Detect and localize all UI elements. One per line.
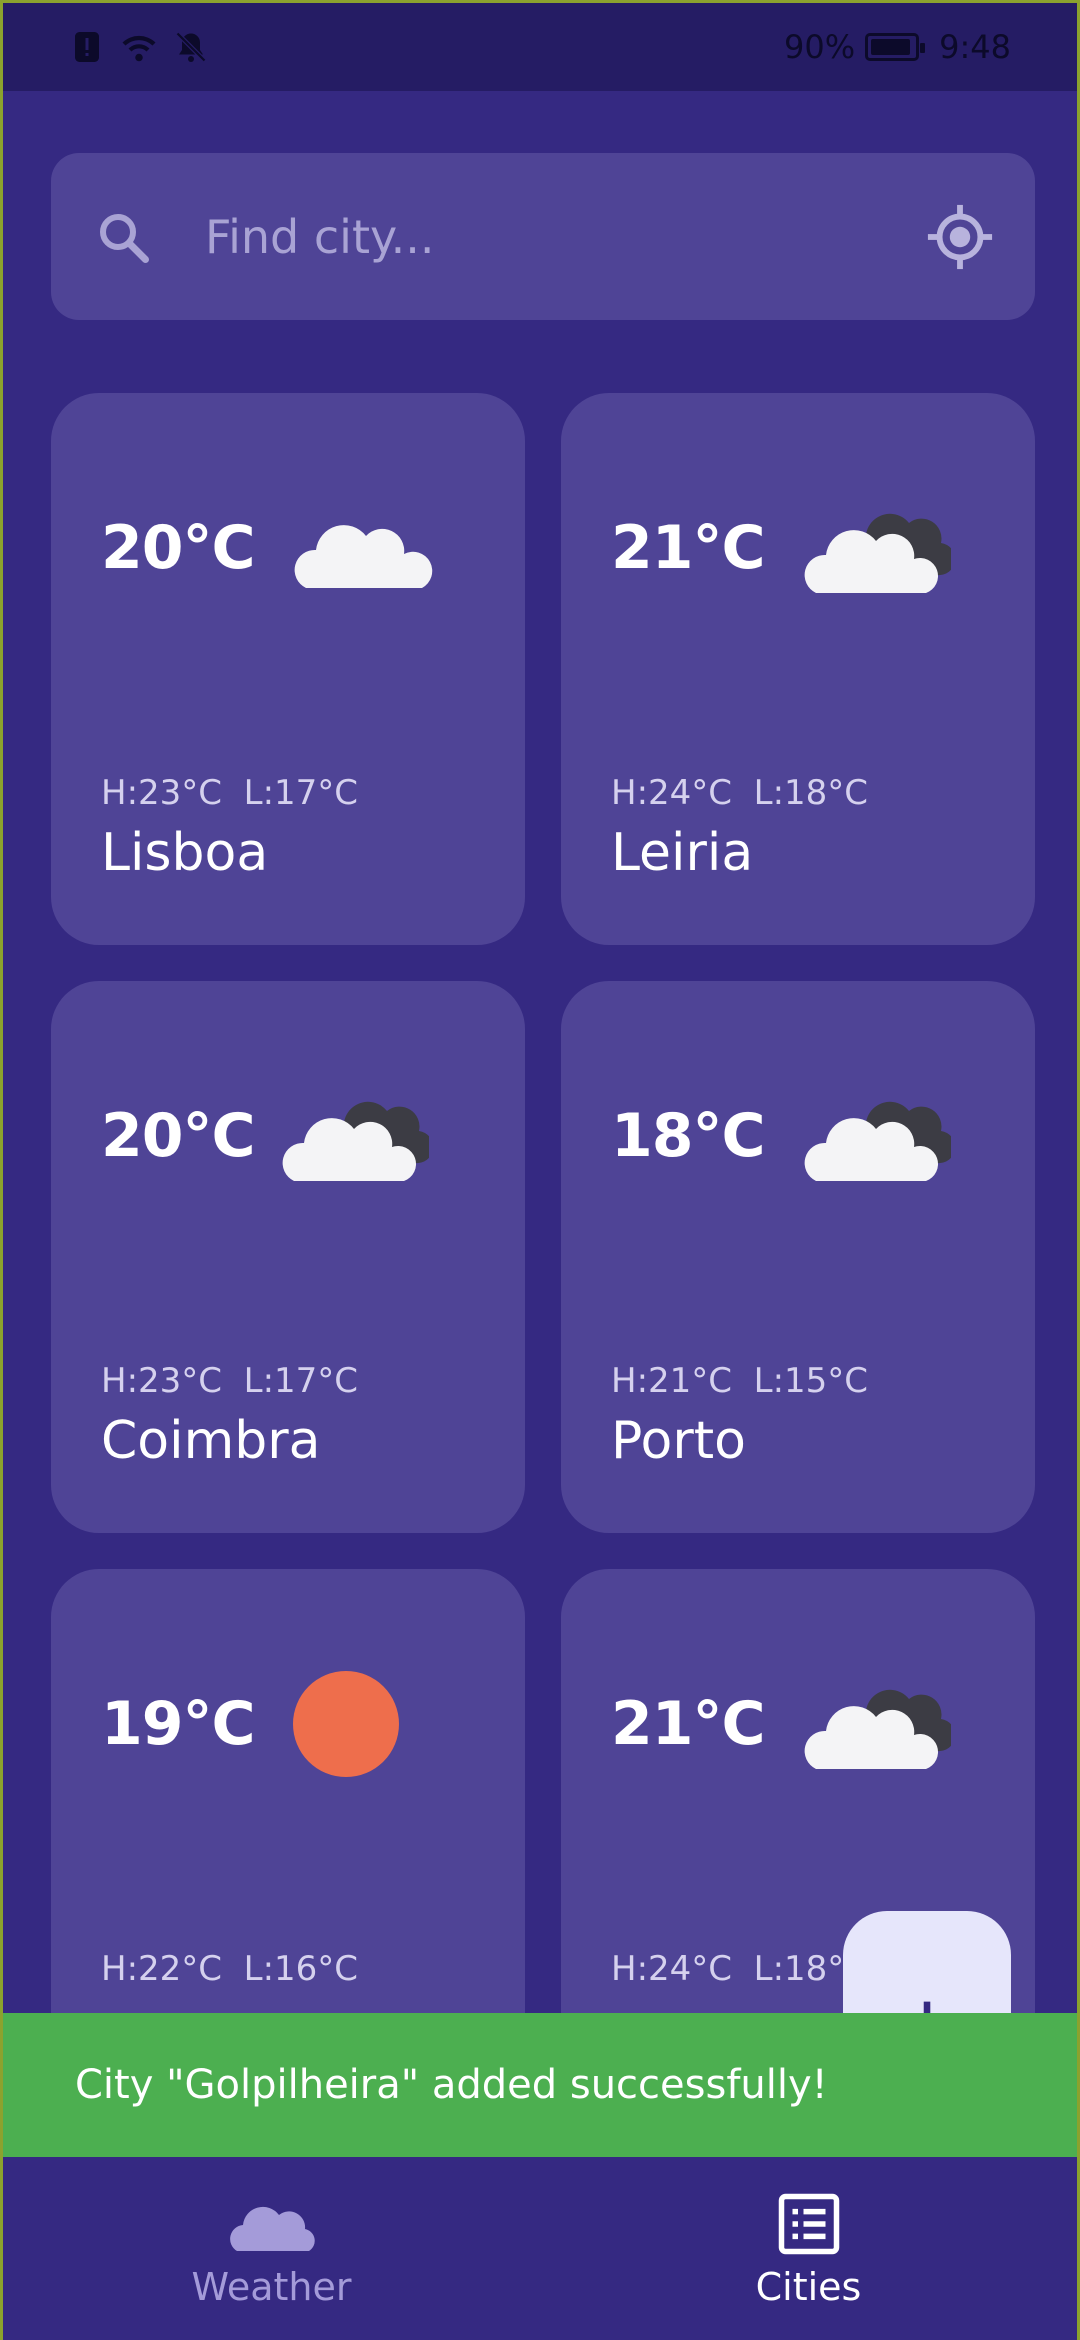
city-card-lisboa[interactable]: 20°C H:23°C L:17°C Lisboa [51, 393, 525, 945]
cloudy-icon [282, 1101, 429, 1181]
temperature: 21°C [611, 1689, 766, 1759]
cloud-icon [294, 525, 433, 588]
search-icon[interactable] [93, 207, 153, 267]
high-low: H:22°C L:16°C [101, 1949, 359, 1989]
nav-item-weather[interactable]: Weather [3, 2157, 540, 2340]
nav-label-weather: Weather [191, 2265, 352, 2309]
cloudy-icon [804, 513, 951, 593]
city-name: Coimbra [101, 1411, 321, 1471]
cloudy-icon [804, 1101, 951, 1181]
nav-item-cities[interactable]: Cities [540, 2157, 1077, 2340]
status-icons-right: 90% 9:48 [784, 28, 1011, 66]
high-low: H:23°C L:17°C [101, 1361, 359, 1401]
snackbar-message: City "Golpilheira" added successfully! [75, 2062, 828, 2108]
alert-icon [75, 32, 99, 62]
bottom-navigation: Weather Cities [3, 2157, 1077, 2340]
cloudy-icon [804, 1689, 951, 1769]
sun-icon [293, 1671, 399, 1777]
city-name: Porto [611, 1411, 746, 1471]
search-input[interactable] [205, 196, 925, 277]
notifications-off-icon [175, 31, 207, 63]
city-card-porto[interactable]: 18°C H:21°C L:15°C Porto [561, 981, 1035, 1533]
wifi-icon [122, 35, 156, 62]
battery-icon [865, 33, 926, 61]
status-icons-left [69, 29, 209, 65]
high-low: H:23°C L:17°C [101, 773, 359, 813]
temperature: 20°C [101, 1101, 256, 1171]
city-card-coimbra[interactable]: 20°C H:23°C L:17°C Coimbra [51, 981, 525, 1533]
city-name: Lisboa [101, 823, 269, 883]
search-bar [51, 153, 1035, 320]
status-bar: 90% 9:48 [3, 3, 1077, 91]
temperature: 18°C [611, 1101, 766, 1171]
city-name: Leiria [611, 823, 754, 883]
my-location-icon[interactable] [925, 202, 995, 272]
list-icon [778, 2193, 839, 2255]
city-card-leiria[interactable]: 21°C H:24°C L:18°C Leiria [561, 393, 1035, 945]
snackbar: City "Golpilheira" added successfully! [3, 2013, 1077, 2157]
clock: 9:48 [939, 28, 1011, 66]
cloud-icon [229, 2206, 315, 2251]
temperature: 21°C [611, 513, 766, 583]
high-low: H:24°C L:18°C [611, 773, 869, 813]
temperature: 19°C [101, 1689, 256, 1759]
nav-label-cities: Cities [755, 2265, 862, 2309]
high-low: H:21°C L:15°C [611, 1361, 869, 1401]
temperature: 20°C [101, 513, 256, 583]
battery-percent: 90% [784, 28, 856, 66]
high-low: H:24°C L:18°C [611, 1949, 869, 1989]
